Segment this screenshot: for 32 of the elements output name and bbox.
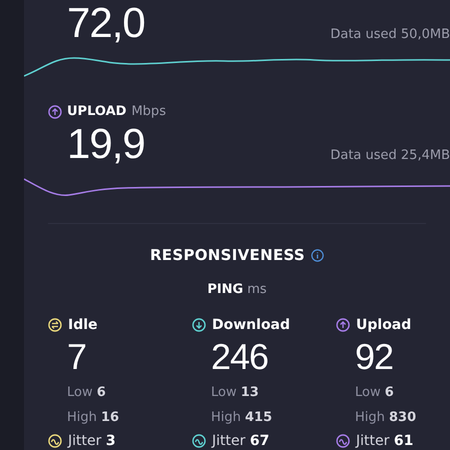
ping-value: 92 (355, 339, 394, 375)
ping-category-label: Upload (356, 317, 412, 333)
idle-icon (48, 318, 62, 332)
jitter-value: Jitter 67 (212, 433, 270, 449)
upload-unit: Mbps (131, 104, 166, 119)
upload-icon (48, 104, 62, 118)
ping-low: Low 6 (67, 385, 107, 400)
ping-label: PING (207, 282, 244, 297)
upload-speed-value: 19,9 (67, 123, 145, 165)
info-icon[interactable] (311, 248, 324, 262)
ping-category-label: Download (212, 317, 290, 333)
ping-high: High 415 (211, 410, 274, 425)
ping-value: 7 (67, 339, 88, 375)
ping-unit: ms (247, 282, 267, 297)
ping-category-label: Idle (68, 317, 98, 333)
upload-icon (336, 318, 350, 332)
download-speed-value: 72,0 (67, 2, 145, 44)
upload-label: UPLOAD (67, 104, 126, 119)
upload-data-used: Data used 25,4MB (330, 148, 450, 163)
jitter-value: Jitter 3 (68, 433, 116, 449)
jitter-icon (192, 434, 206, 448)
ping-low: Low 13 (211, 385, 260, 400)
jitter-value: Jitter 61 (356, 433, 414, 449)
jitter-icon (48, 434, 62, 448)
ping-high: High 830 (355, 410, 418, 425)
download-data-used: Data used 50,0MB (330, 27, 450, 42)
ping-high: High 16 (67, 410, 120, 425)
jitter-icon (336, 434, 350, 448)
ping-low: Low 6 (355, 385, 395, 400)
ping-value: 246 (211, 339, 270, 375)
responsiveness-title: RESPONSIVENESS (150, 246, 306, 264)
download-icon (192, 318, 206, 332)
